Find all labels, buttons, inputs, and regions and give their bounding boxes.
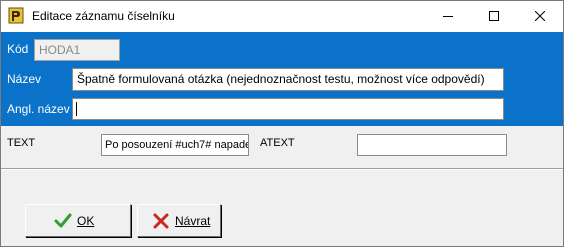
minimize-icon: [443, 8, 453, 26]
atext-label: ATEXT: [260, 137, 295, 149]
back-button[interactable]: Návrat: [137, 204, 221, 237]
close-button[interactable]: [517, 1, 563, 32]
ok-label: OK: [77, 213, 95, 228]
kod-field: HODA1: [34, 39, 120, 61]
minimize-button[interactable]: [425, 1, 471, 32]
separator: [1, 168, 563, 170]
text-label: TEXT: [7, 137, 36, 149]
kod-label: Kód: [7, 42, 29, 56]
cancel-x-icon: [152, 212, 170, 230]
maximize-icon: [489, 8, 499, 26]
ok-button[interactable]: OK: [25, 204, 131, 237]
atext-field[interactable]: [357, 134, 507, 156]
nazev-field[interactable]: Špatně formulovaná otázka (nejednoznačno…: [72, 68, 504, 91]
header-form-panel: Kód HODA1 Název Špatně formulovaná otázk…: [1, 32, 563, 126]
back-label: Návrat: [175, 213, 211, 228]
text-caret: [76, 102, 77, 116]
detail-form-panel: TEXT Po posouzení #uch7# napade ATEXT OK…: [1, 126, 563, 246]
angl-nazev-field[interactable]: [72, 98, 504, 120]
angl-nazev-label: Angl. název: [7, 102, 70, 116]
window-title: Editace záznamu číselníku: [32, 9, 175, 23]
title-bar[interactable]: Editace záznamu číselníku: [1, 1, 563, 32]
close-icon: [534, 8, 546, 26]
checkmark-icon: [54, 212, 72, 230]
text-field[interactable]: Po posouzení #uch7# napade: [101, 134, 249, 156]
dialog-window: Editace záznamu číselníku Kód HODA1 Náze…: [0, 0, 564, 247]
maximize-button[interactable]: [471, 1, 517, 32]
gold-keyboard-icon: [8, 7, 24, 24]
nazev-label: Název: [7, 72, 42, 86]
